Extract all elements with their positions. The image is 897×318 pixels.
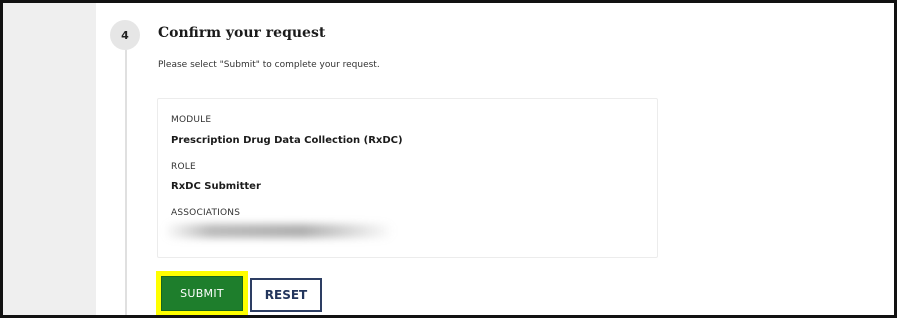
reset-button[interactable]: RESET	[250, 278, 322, 312]
left-rail	[3, 3, 96, 315]
step-connector-line	[125, 43, 127, 315]
role-label: ROLE	[171, 162, 196, 172]
screenshot-frame: 4 Confirm your request Please select "Su…	[0, 0, 897, 318]
role-value: RxDC Submitter	[171, 181, 261, 192]
module-value: Prescription Drug Data Collection (RxDC)	[171, 135, 403, 146]
request-summary-card: MODULE Prescription Drug Data Collection…	[157, 98, 658, 258]
step-number-badge: 4	[110, 20, 140, 50]
step-instructions: Please select "Submit" to complete your …	[158, 60, 380, 70]
submit-button[interactable]: SUBMIT	[161, 276, 243, 311]
module-label: MODULE	[171, 115, 212, 125]
step-title: Confirm your request	[158, 25, 326, 41]
redacted-associations-value	[164, 224, 394, 238]
associations-label: ASSOCIATIONS	[171, 208, 241, 218]
